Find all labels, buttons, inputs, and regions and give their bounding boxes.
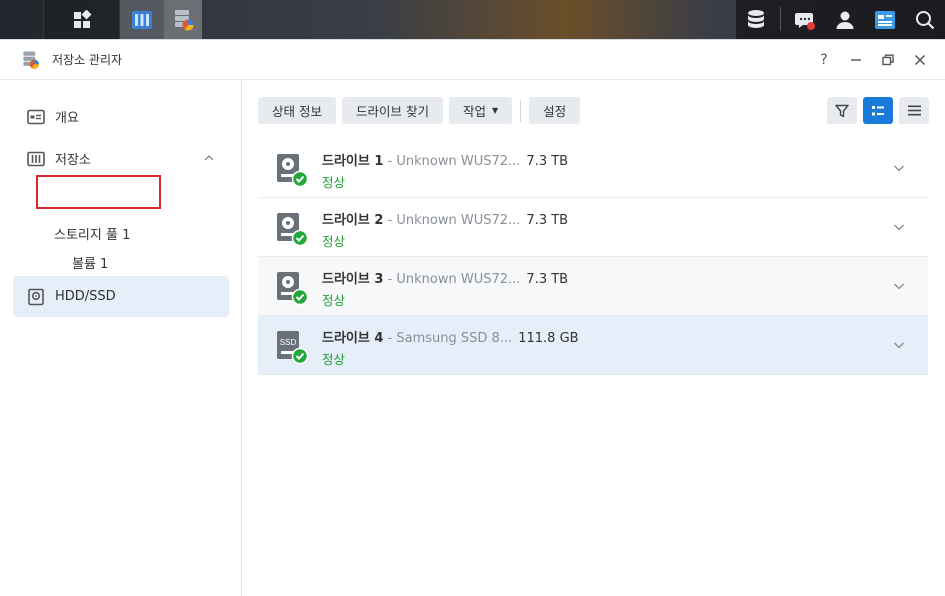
action-label: 작업 — [462, 104, 486, 119]
filter-icon — [835, 104, 849, 117]
toolbar-separator — [520, 99, 522, 122]
sidebar-item-overview[interactable]: 개요 — [13, 96, 229, 137]
drive-model: - Samsung SSD 8... — [383, 331, 513, 346]
sidebar-item-hdd-ssd[interactable]: HDD/SSD — [13, 276, 229, 317]
drive-status: 정상 — [322, 234, 346, 249]
restore-button[interactable] — [877, 50, 899, 70]
chevron-down-icon[interactable] — [892, 338, 906, 352]
drive-model: - Unknown WUS72... — [383, 272, 521, 287]
chevron-up-icon[interactable] — [203, 152, 215, 164]
storage-manager-app-icon — [175, 9, 194, 30]
hdd-icon — [28, 288, 44, 305]
taskbar-separator — [780, 7, 781, 31]
settings-button[interactable]: 설정 — [529, 97, 581, 124]
restore-icon — [882, 54, 894, 66]
drive-name-line: 드라이브 2 - Unknown WUS72... 7.3 TB — [322, 209, 568, 228]
taskbar-storage-button[interactable] — [736, 0, 776, 39]
caret-down-icon: ▼ — [491, 106, 499, 115]
hdd-ok-icon — [277, 154, 308, 187]
toolbar: 상태 정보 드라이브 찾기 작업 ▼ 설정 — [258, 97, 581, 124]
drive-row[interactable]: SSD 드라이브 4 - Samsung SSD 8... 111.8 GB 정상 — [258, 316, 928, 375]
storage-manager-window: 저장소 관리자 ? 개요 저장소 스토리지 풀 1 볼륨 1 HDD/SSD 상… — [0, 39, 945, 596]
chevron-down-icon[interactable] — [892, 220, 906, 234]
help-button[interactable]: ? — [813, 50, 835, 70]
widgets-button[interactable] — [865, 0, 905, 39]
drive-row[interactable]: 드라이브 1 - Unknown WUS72... 7.3 TB 정상 — [258, 139, 928, 198]
window-titlebar: 저장소 관리자 ? — [0, 40, 945, 80]
overview-icon — [27, 109, 45, 124]
drive-size: 111.8 GB — [518, 331, 579, 346]
grid-menu-icon — [73, 9, 91, 28]
card-view-button[interactable] — [863, 97, 893, 124]
view-controls — [827, 97, 929, 124]
ssd-ok-icon: SSD — [277, 331, 308, 364]
drive-name-line: 드라이브 3 - Unknown WUS72... 7.3 TB — [322, 268, 568, 287]
drive-name-line: 드라이브 4 - Samsung SSD 8... 111.8 GB — [322, 327, 579, 346]
drive-status: 정상 — [322, 352, 346, 367]
drive-name: 드라이브 4 — [322, 331, 384, 346]
minimize-button[interactable] — [845, 50, 867, 70]
list-view-button[interactable] — [899, 97, 929, 124]
hdd-ok-icon — [277, 213, 308, 246]
drive-size: 7.3 TB — [526, 213, 569, 228]
drive-list: 드라이브 1 - Unknown WUS72... 7.3 TB 정상 드라이브 … — [258, 139, 928, 375]
close-icon — [914, 54, 926, 66]
close-button[interactable] — [909, 50, 931, 70]
chevron-down-icon[interactable] — [892, 161, 906, 175]
drive-name: 드라이브 1 — [322, 154, 384, 169]
highlight-annotation-box — [36, 175, 161, 209]
taskbar-app-storage-manager[interactable] — [164, 0, 202, 39]
sidebar-item-label: HDD/SSD — [55, 289, 116, 304]
minimize-icon — [851, 59, 861, 61]
chevron-down-icon[interactable] — [892, 279, 906, 293]
hdd-ok-icon — [277, 272, 308, 305]
sidebar-item-label: 개요 — [55, 111, 79, 126]
drive-status: 정상 — [322, 293, 346, 308]
control-panel-icon — [132, 10, 152, 29]
drive-status: 정상 — [322, 175, 346, 190]
sidebar: 개요 저장소 스토리지 풀 1 볼륨 1 HDD/SSD — [0, 80, 242, 596]
window-title: 저장소 관리자 — [52, 53, 123, 67]
drive-size: 7.3 TB — [526, 272, 569, 287]
taskbar-blank — [0, 0, 44, 39]
sidebar-item-label: 저장소 — [55, 153, 91, 168]
drive-row[interactable]: 드라이브 3 - Unknown WUS72... 7.3 TB 정상 — [258, 257, 928, 316]
user-icon — [836, 11, 854, 29]
find-drive-button[interactable]: 드라이브 찾기 — [341, 97, 443, 124]
storage-manager-icon — [23, 51, 40, 69]
storage-icon — [27, 151, 45, 166]
sidebar-item-volume[interactable]: 볼륨 1 — [72, 253, 108, 272]
widgets-icon — [875, 10, 895, 29]
search-icon — [916, 10, 935, 29]
drive-model: - Unknown WUS72... — [383, 154, 521, 169]
search-button[interactable] — [905, 0, 945, 39]
drive-name: 드라이브 2 — [322, 213, 384, 228]
taskbar-app-control-panel[interactable] — [120, 0, 164, 39]
main-menu-button[interactable] — [44, 0, 120, 39]
action-dropdown-button[interactable]: 작업 ▼ — [448, 97, 513, 124]
drive-size: 7.3 TB — [526, 154, 569, 169]
status-info-button[interactable]: 상태 정보 — [258, 97, 336, 124]
main-content: 상태 정보 드라이브 찾기 작업 ▼ 설정 드라이브 1 - Unknown W… — [242, 80, 945, 596]
desktop-taskbar — [0, 0, 945, 39]
sidebar-item-storage[interactable]: 저장소 — [13, 138, 229, 179]
database-icon — [748, 9, 764, 28]
list-view-icon — [872, 105, 884, 115]
ssd-icon-label: SSD — [280, 338, 297, 347]
menu-lines-icon — [907, 105, 921, 116]
chat-notification-icon — [795, 12, 815, 30]
notifications-button[interactable] — [785, 0, 825, 39]
drive-row[interactable]: 드라이브 2 - Unknown WUS72... 7.3 TB 정상 — [258, 198, 928, 257]
filter-button[interactable] — [827, 97, 857, 124]
sidebar-item-storage-pool[interactable]: 스토리지 풀 1 — [54, 224, 130, 243]
user-button[interactable] — [825, 0, 865, 39]
drive-name: 드라이브 3 — [322, 272, 384, 287]
drive-name-line: 드라이브 1 - Unknown WUS72... 7.3 TB — [322, 150, 568, 169]
drive-model: - Unknown WUS72... — [383, 213, 521, 228]
